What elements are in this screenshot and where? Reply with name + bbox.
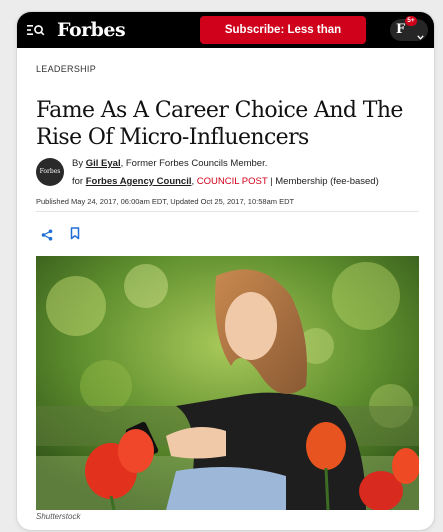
publish-date: Published May 24, 2017, 06:00am EDT, Upd… bbox=[36, 197, 295, 206]
browser-viewport: Forbes Subscribe: Less than $1.50/wk F 5… bbox=[17, 12, 434, 530]
chevron-down-icon bbox=[417, 27, 424, 45]
account-avatar: F bbox=[396, 22, 406, 37]
subscribe-button[interactable]: Subscribe: Less than $1.50/wk bbox=[200, 16, 366, 64]
author-link[interactable]: Gil Eyal bbox=[86, 158, 121, 169]
share-icon[interactable] bbox=[41, 228, 53, 246]
council-post-label[interactable]: COUNCIL POST bbox=[197, 176, 268, 187]
forbes-logo[interactable]: Forbes bbox=[57, 15, 126, 45]
byline-council: for Forbes Agency Council, COUNCIL POST … bbox=[72, 176, 379, 187]
membership-label: | Membership (fee-based) bbox=[270, 176, 379, 187]
notification-badge: 5+ bbox=[405, 16, 417, 26]
bookmark-icon[interactable] bbox=[70, 227, 80, 245]
section-label[interactable]: LEADERSHIP bbox=[36, 64, 96, 74]
separator: , bbox=[191, 176, 195, 187]
article-title: Fame As A Career Choice And The Rise Of … bbox=[36, 97, 403, 150]
author-role: , Former Forbes Councils Member. bbox=[120, 158, 268, 169]
divider bbox=[36, 211, 419, 212]
for-prefix: for bbox=[72, 176, 84, 187]
hero-image bbox=[36, 256, 419, 510]
account-menu[interactable]: F 5+ bbox=[390, 16, 428, 41]
author-avatar[interactable]: Forbes bbox=[36, 158, 64, 186]
by-prefix: By bbox=[72, 158, 84, 169]
search-menu-icon[interactable] bbox=[27, 22, 45, 38]
image-credit: Shutterstock bbox=[36, 512, 81, 521]
site-header: Forbes Subscribe: Less than $1.50/wk F 5… bbox=[17, 12, 434, 64]
council-link[interactable]: Forbes Agency Council bbox=[86, 176, 192, 187]
byline-author: By Gil Eyal, Former Forbes Councils Memb… bbox=[72, 158, 267, 169]
